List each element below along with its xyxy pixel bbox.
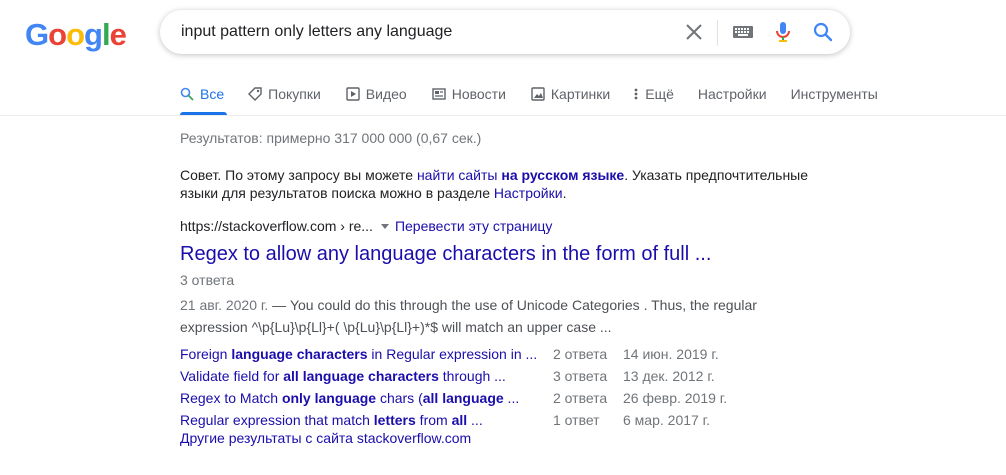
related-results: Foreign language characters in Regular e… bbox=[180, 343, 740, 431]
translate-link[interactable]: Перевести эту страницу bbox=[395, 218, 552, 234]
bold-text: all language characters bbox=[283, 368, 439, 384]
tab-settings[interactable]: Настройки bbox=[698, 86, 767, 102]
related-count: 1 ответ bbox=[553, 412, 600, 428]
image-icon bbox=[531, 87, 545, 101]
tip-text: . bbox=[562, 185, 567, 201]
text: Foreign bbox=[180, 346, 232, 362]
text: in Regular expression in ... bbox=[367, 346, 538, 362]
play-icon bbox=[346, 87, 360, 101]
tabs-divider bbox=[0, 115, 1006, 116]
tab-label: Картинки bbox=[550, 86, 611, 102]
result-url: https://stackoverflow.com › re... Перевес… bbox=[180, 218, 552, 234]
language-tip: Совет. По этому запросу вы можете найти … bbox=[180, 166, 820, 202]
related-link[interactable]: Regular expression that match letters fr… bbox=[180, 409, 483, 431]
search-divider bbox=[717, 20, 718, 46]
bold-text: all language bbox=[422, 390, 504, 406]
result-date: 21 авг. 2020 г. bbox=[180, 297, 269, 313]
tip-text: Совет. По этому запросу вы можете bbox=[180, 167, 417, 183]
tab-video[interactable]: Видео bbox=[346, 86, 407, 102]
logo-letter: o bbox=[48, 17, 67, 52]
search-icon bbox=[180, 87, 194, 101]
tab-label: Новости bbox=[451, 86, 506, 102]
related-count: 3 ответа bbox=[553, 368, 608, 384]
tab-images[interactable]: Картинки bbox=[531, 86, 610, 102]
related-date: 13 дек. 2012 г. bbox=[623, 368, 715, 384]
text: through ... bbox=[438, 368, 506, 384]
list-item: Regex to Match only language chars (all … bbox=[180, 387, 740, 409]
text: Validate field for bbox=[180, 368, 284, 384]
close-icon[interactable] bbox=[682, 20, 706, 44]
logo-letter: G bbox=[25, 17, 49, 52]
bold-text: all bbox=[451, 412, 468, 428]
tab-all[interactable]: Все bbox=[180, 86, 224, 102]
list-item: Validate field for all language characte… bbox=[180, 365, 740, 387]
newspaper-icon bbox=[432, 88, 446, 100]
related-date: 14 июн. 2019 г. bbox=[623, 346, 719, 362]
logo-letter: l bbox=[101, 17, 111, 52]
search-tabs: Все Покупки Видео Новости Картинки Ещё Н… bbox=[180, 84, 878, 104]
microphone-icon[interactable] bbox=[771, 20, 795, 44]
result-answers-count: 3 ответа bbox=[180, 272, 235, 288]
search-box[interactable]: input pattern only letters any language bbox=[160, 10, 850, 54]
logo-letter: g bbox=[84, 17, 103, 52]
related-date: 26 февр. 2019 г. bbox=[623, 390, 728, 406]
related-count: 2 ответа bbox=[553, 346, 608, 362]
find-sites-link[interactable]: найти сайты bbox=[417, 167, 498, 183]
keyboard-icon[interactable] bbox=[731, 20, 755, 44]
tab-more[interactable]: Ещё bbox=[633, 86, 674, 102]
search-input[interactable]: input pattern only letters any language bbox=[181, 23, 452, 41]
tab-news[interactable]: Новости bbox=[432, 86, 506, 102]
dropdown-arrow-icon[interactable] bbox=[380, 223, 389, 229]
more-results-link[interactable]: Другие результаты с сайта stackoverflow.… bbox=[180, 430, 471, 446]
related-link[interactable]: Validate field for all language characte… bbox=[180, 365, 506, 387]
related-date: 6 мар. 2017 г. bbox=[623, 412, 710, 428]
related-count: 2 ответа bbox=[553, 390, 608, 406]
tab-tools[interactable]: Инструменты bbox=[791, 86, 878, 102]
russian-language-link[interactable]: на русском языке bbox=[501, 167, 624, 183]
list-item: Foreign language characters in Regular e… bbox=[180, 343, 740, 365]
text: ... bbox=[503, 390, 520, 406]
result-cite[interactable]: https://stackoverflow.com › re... bbox=[180, 218, 373, 234]
text: from bbox=[415, 412, 452, 428]
tab-label: Ещё bbox=[645, 86, 674, 102]
logo-letter: o bbox=[66, 17, 85, 52]
tab-label: Видео bbox=[365, 86, 407, 102]
result-stats: Результатов: примерно 317 000 000 (0,67 … bbox=[180, 130, 482, 146]
text: ... bbox=[467, 412, 483, 428]
more-vert-icon bbox=[634, 88, 638, 100]
text: Regular expression that match bbox=[180, 412, 374, 428]
tag-icon bbox=[248, 87, 262, 101]
result-snippet: 21 авг. 2020 г. — You could do this thro… bbox=[180, 294, 780, 338]
bold-text: only language bbox=[281, 390, 377, 406]
bold-text: letters bbox=[373, 412, 416, 428]
tab-label: Все bbox=[200, 86, 225, 102]
logo-letter: e bbox=[109, 17, 127, 52]
bold-text: language characters bbox=[231, 346, 368, 362]
search-icon[interactable] bbox=[811, 20, 835, 44]
text: chars ( bbox=[376, 390, 423, 406]
related-link[interactable]: Foreign language characters in Regular e… bbox=[180, 343, 537, 365]
tab-label: Покупки bbox=[268, 86, 321, 102]
tab-label: Настройки bbox=[697, 86, 767, 102]
related-link[interactable]: Regex to Match only language chars (all … bbox=[180, 387, 519, 409]
result-title-link[interactable]: Regex to allow any language characters i… bbox=[180, 241, 711, 267]
settings-link[interactable]: Настройки bbox=[494, 185, 563, 201]
tab-label: Инструменты bbox=[790, 86, 878, 102]
list-item: Regular expression that match letters fr… bbox=[180, 409, 740, 431]
tab-shopping[interactable]: Покупки bbox=[248, 86, 321, 102]
google-logo[interactable]: Google bbox=[25, 17, 127, 52]
text: Regex to Match bbox=[180, 390, 282, 406]
